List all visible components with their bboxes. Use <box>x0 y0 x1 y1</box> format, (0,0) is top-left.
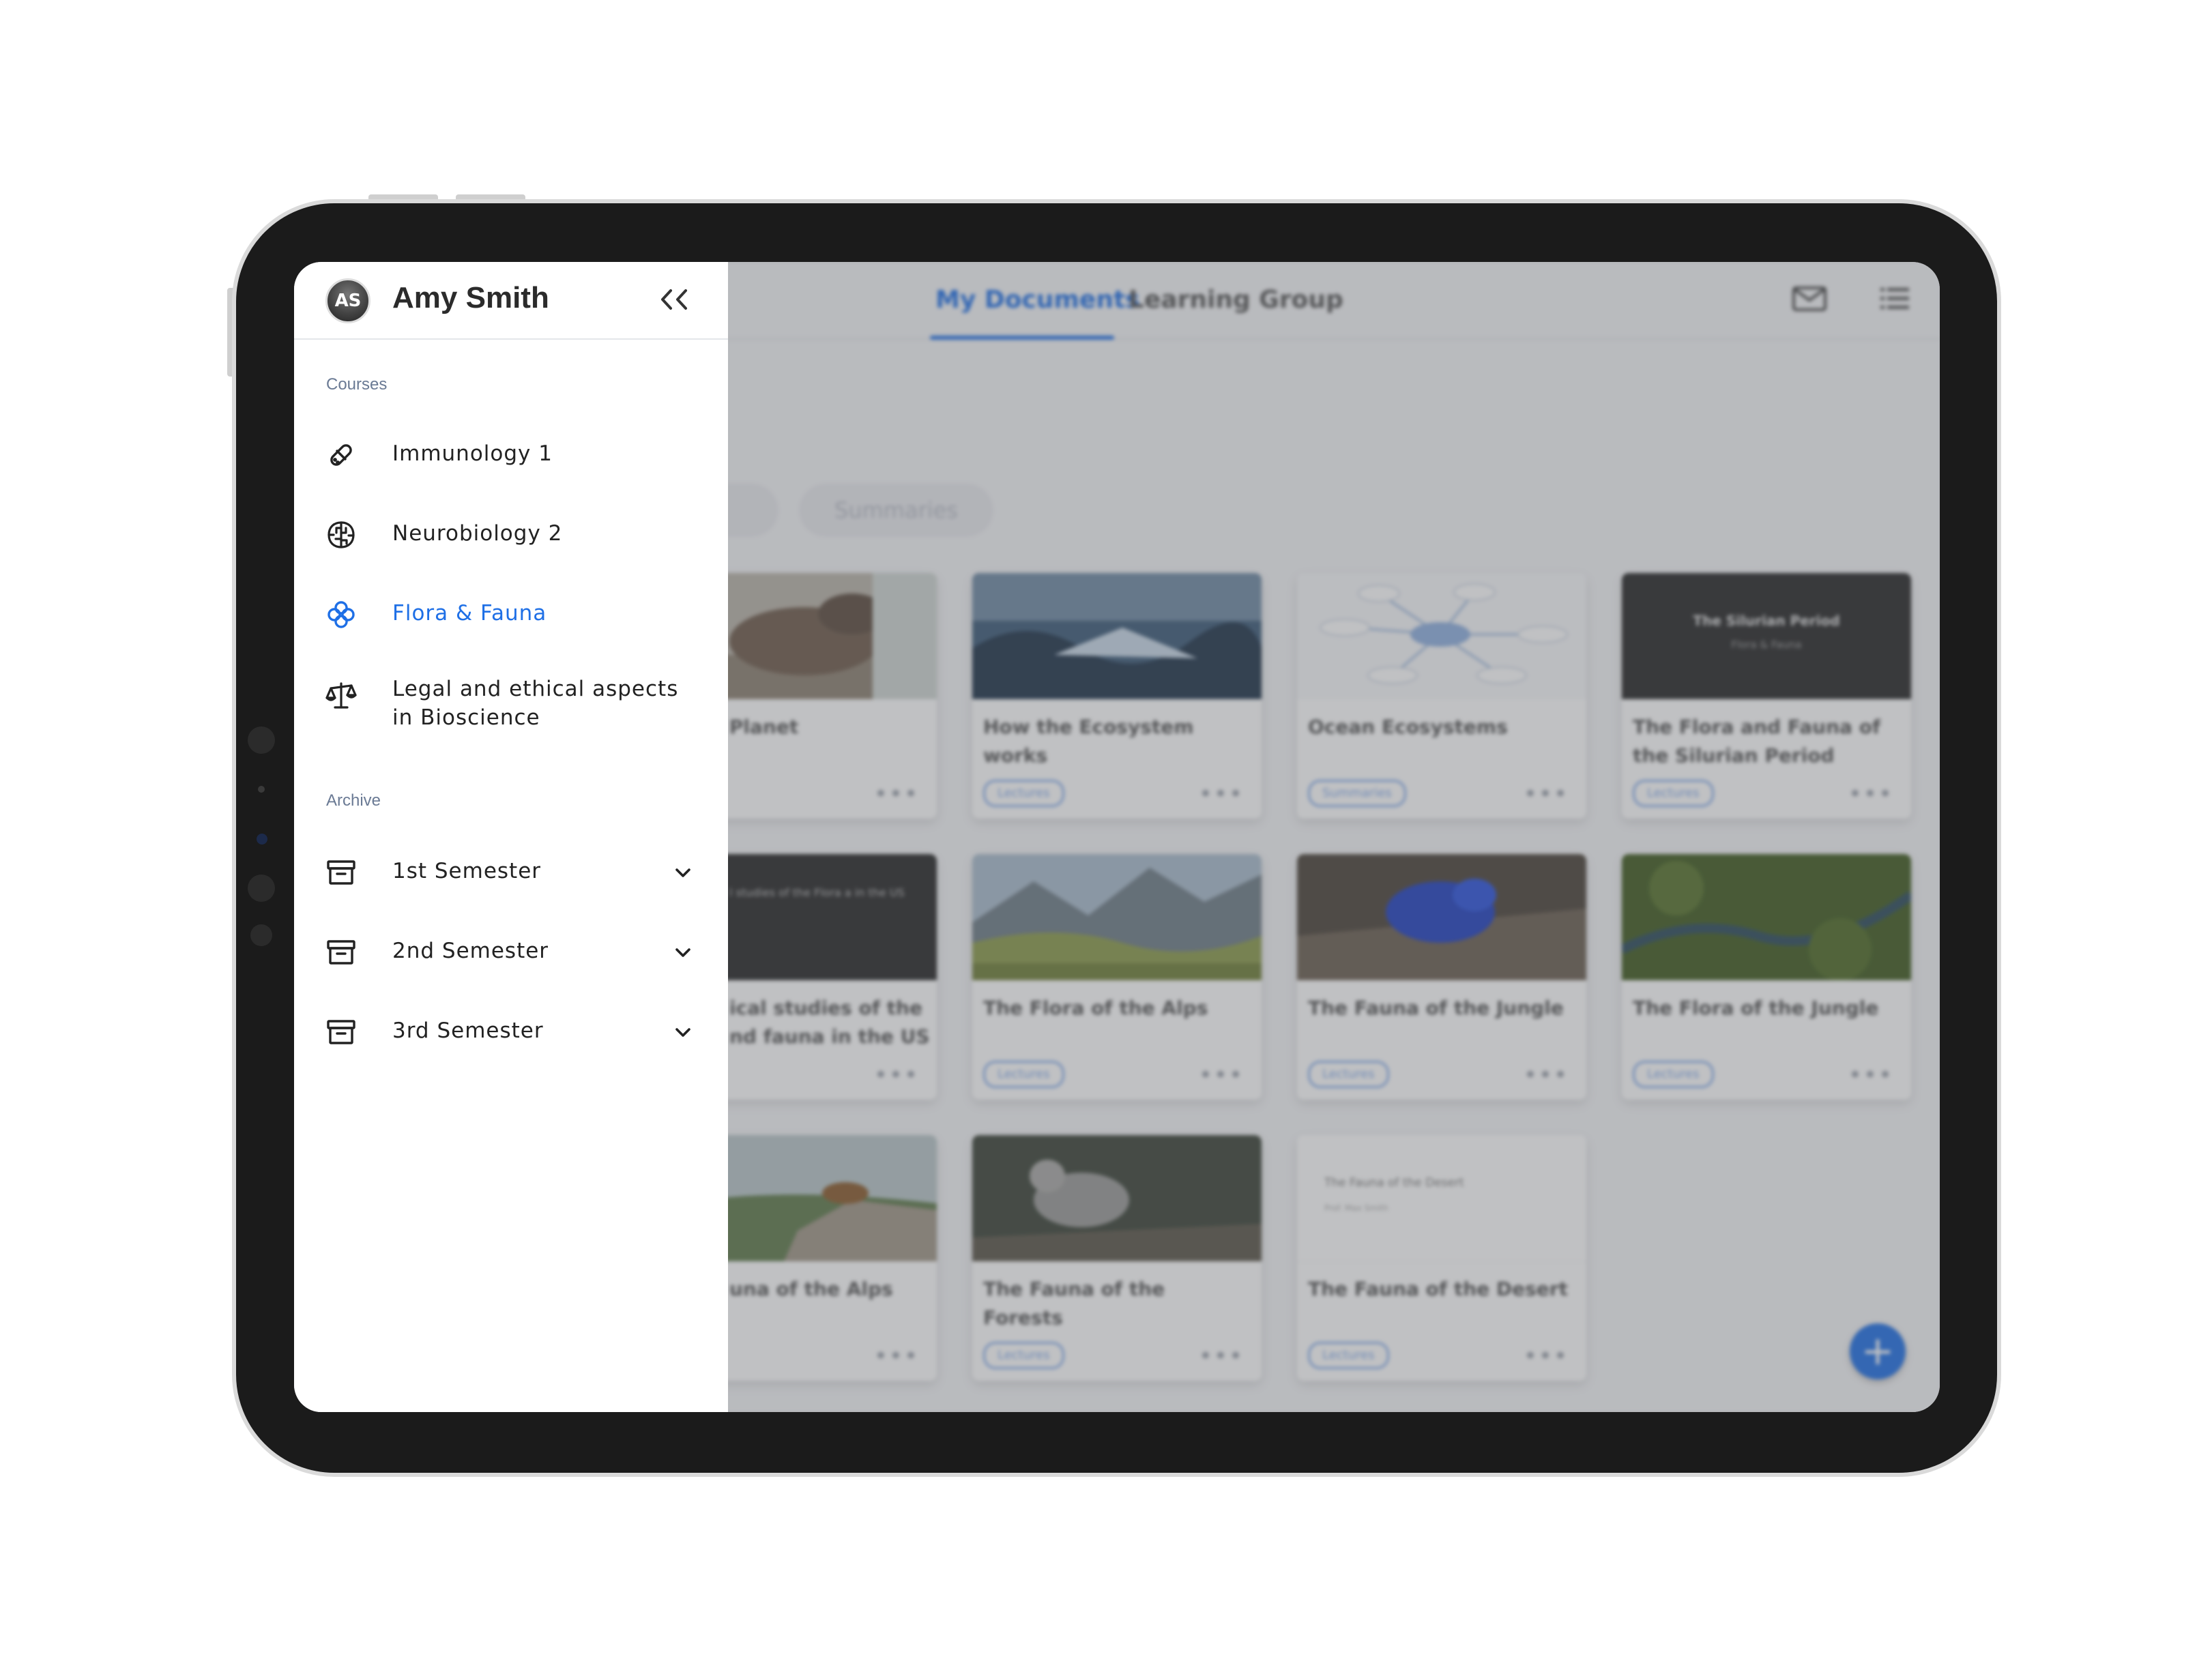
avatar[interactable]: AS <box>325 278 370 323</box>
chevron-down-icon[interactable] <box>672 1022 694 1044</box>
brain-icon <box>328 521 355 548</box>
device-camera-dot <box>250 924 272 946</box>
archive-box-icon <box>327 940 355 965</box>
tablet-screen: My Documents Learning Group Summaries of <box>294 262 1940 1412</box>
sidebar-item-label: 1st Semester <box>392 859 542 883</box>
scale-icon <box>325 682 357 709</box>
device-camera-lens <box>257 834 267 845</box>
drawer-header: AS Amy Smith <box>294 262 728 340</box>
sidebar-item-label: Flora & Fauna <box>392 601 547 626</box>
flower-icon <box>328 601 355 628</box>
chevron-down-icon[interactable] <box>672 862 694 884</box>
sidebar-item-label: Immunology 1 <box>392 441 553 466</box>
archive-box-icon <box>327 860 355 885</box>
user-name: Amy Smith <box>392 281 549 314</box>
sidebar-item-2nd-semester[interactable]: 2nd Semester <box>315 922 710 983</box>
device-camera-dot <box>258 786 265 793</box>
sidebar-item-label: Neurobiology 2 <box>392 521 563 546</box>
sidebar-item-legal-ethical[interactable]: Legal and ethical aspects in Bioscience <box>315 664 710 739</box>
sidebar-item-flora-fauna[interactable]: Flora & Fauna <box>315 584 710 645</box>
sidebar-item-label: Legal and ethical aspects in Bioscience <box>392 677 679 730</box>
sidebar-item-neurobiology-2[interactable]: Neurobiology 2 <box>315 504 710 566</box>
pill-icon <box>330 444 352 466</box>
sidebar-item-immunology-1[interactable]: Immunology 1 <box>315 424 710 486</box>
device-camera-dot <box>248 875 275 902</box>
sidebar-item-3rd-semester[interactable]: 3rd Semester <box>315 1001 710 1063</box>
sidebar-item-label: 3rd Semester <box>392 1018 544 1043</box>
sidebar-item-label: 2nd Semester <box>392 939 549 963</box>
chevron-down-icon[interactable] <box>672 942 694 964</box>
archive-section-label: Archive <box>326 791 381 810</box>
device-camera-dot <box>248 726 275 754</box>
sidebar-item-1st-semester[interactable]: 1st Semester <box>315 842 710 903</box>
collapse-drawer-icon[interactable] <box>656 282 693 317</box>
courses-section-label: Courses <box>326 375 388 394</box>
navigation-drawer: AS Amy Smith Courses Immunology 1 Neurob… <box>294 262 728 1412</box>
archive-box-icon <box>327 1020 355 1044</box>
